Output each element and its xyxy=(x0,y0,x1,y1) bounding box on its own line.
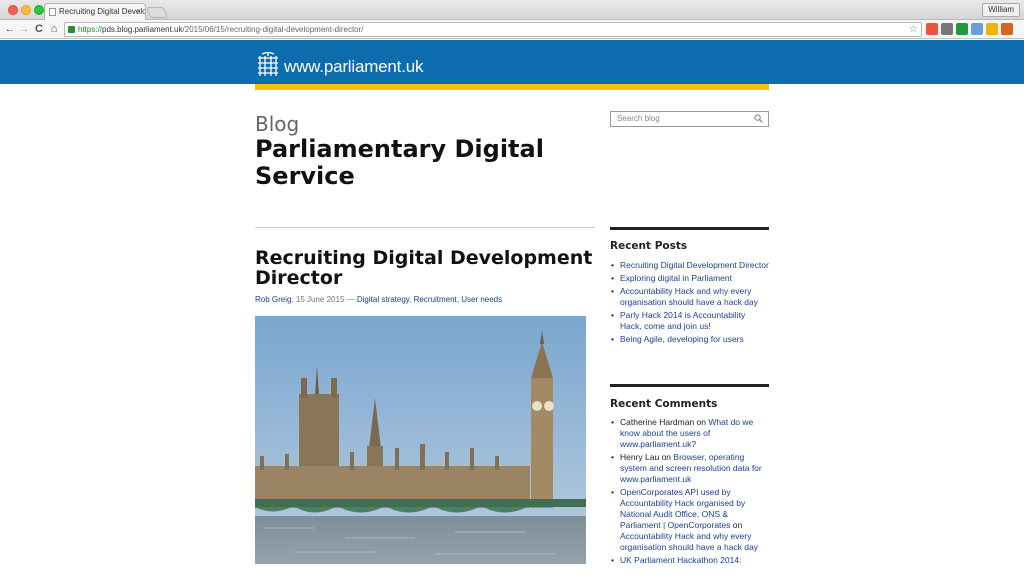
url-host: pds.blog.parliament.uk xyxy=(102,25,183,34)
list-item: OpenCorporates API used by Accountabilit… xyxy=(610,487,769,553)
comment-on: on xyxy=(659,452,674,462)
pocket-icon[interactable] xyxy=(926,23,938,35)
comment-post-link[interactable]: Accountability Hack and why every organi… xyxy=(620,531,758,552)
recent-post-link[interactable]: Being Agile, developing for users xyxy=(620,334,744,344)
list-item: Exploring digital in Parliament xyxy=(610,273,769,284)
comment-on: on xyxy=(730,520,743,530)
url-scheme: https:// xyxy=(78,25,103,34)
page-icon xyxy=(49,8,56,16)
comment-author: Catherine Hardman xyxy=(620,417,695,427)
widget-rule xyxy=(610,384,769,387)
browser-tab[interactable]: Recruiting Digital Develop × xyxy=(44,3,146,20)
back-icon[interactable]: ← xyxy=(3,22,17,36)
search-input[interactable]: Search blog xyxy=(610,111,769,127)
close-window-button[interactable] xyxy=(8,5,18,15)
comment-author-link[interactable]: OpenCorporates API used by Accountabilit… xyxy=(620,487,745,530)
comment-on: on xyxy=(694,417,709,427)
tab-close-icon[interactable]: × xyxy=(136,4,141,20)
widget-rule xyxy=(610,227,769,230)
list-item: Recruiting Digital Development Director xyxy=(610,260,769,271)
post-date: , 15 June 2015 — xyxy=(291,295,357,304)
reload-icon[interactable]: C xyxy=(32,22,46,36)
lock-icon xyxy=(68,26,75,33)
drive-icon[interactable] xyxy=(986,23,998,35)
tab-title: Recruiting Digital Develop xyxy=(59,7,146,16)
list-item: Accountability Hack and why every organi… xyxy=(610,286,769,308)
list-item: Parly Hack 2014 is Accountability Hack, … xyxy=(610,310,769,332)
site-logo[interactable]: www.parliament.uk xyxy=(284,57,423,77)
recent-post-link[interactable]: Parly Hack 2014 is Accountability Hack, … xyxy=(620,310,745,331)
author-link[interactable]: Rob Greig xyxy=(255,295,291,304)
bookmark-star-icon[interactable]: ☆ xyxy=(909,23,918,36)
recent-comments-list: Catherine Hardman on What do we know abo… xyxy=(610,417,769,568)
site-header xyxy=(0,40,1024,84)
minimize-window-button[interactable] xyxy=(21,5,31,15)
list-item: Henry Lau on Browser, operating system a… xyxy=(610,452,769,485)
url-path: /2015/06/15/recruiting-digital-developme… xyxy=(182,25,364,34)
browser-titlebar: Recruiting Digital Develop × William xyxy=(0,0,1024,20)
recent-post-link[interactable]: Accountability Hack and why every organi… xyxy=(620,286,758,307)
tidy-icon[interactable] xyxy=(971,23,983,35)
menu-icon[interactable] xyxy=(1001,23,1013,35)
recent-post-link[interactable]: Exploring digital in Parliament xyxy=(620,273,732,283)
profile-button[interactable]: William xyxy=(982,3,1020,17)
recent-posts-list: Recruiting Digital Development Director … xyxy=(610,260,769,347)
accent-bar xyxy=(255,84,769,90)
comment-author: Henry Lau xyxy=(620,452,660,462)
recent-post-link[interactable]: Recruiting Digital Development Director xyxy=(620,260,769,270)
list-item: Catherine Hardman on What do we know abo… xyxy=(610,417,769,450)
browser-toolbar: ← → C ⌂ https://pds.blog.parliament.uk/2… xyxy=(0,20,1024,39)
recent-posts-title: Recent Posts xyxy=(610,240,688,252)
search-placeholder: Search blog xyxy=(617,114,660,123)
category-link[interactable]: Recruitment xyxy=(414,295,457,304)
new-tab-button[interactable] xyxy=(145,7,169,18)
category-link[interactable]: Digital strategy xyxy=(357,295,409,304)
comment-author-link[interactable]: UK Parliament Hackathon 2014: xyxy=(620,555,741,565)
post-title[interactable]: Recruiting Digital Development Director xyxy=(255,248,595,288)
forward-icon[interactable]: → xyxy=(17,22,31,36)
list-item: Being Agile, developing for users xyxy=(610,334,769,345)
category-link[interactable]: User needs xyxy=(461,295,502,304)
address-bar[interactable]: https://pds.blog.parliament.uk/2015/06/1… xyxy=(64,22,922,37)
portcullis-icon[interactable] xyxy=(256,51,280,77)
recent-comments-title: Recent Comments xyxy=(610,398,718,410)
home-icon[interactable]: ⌂ xyxy=(47,22,61,36)
list-item: UK Parliament Hackathon 2014: xyxy=(610,555,769,566)
zoom-window-button[interactable] xyxy=(34,5,44,15)
divider xyxy=(255,227,595,228)
post-image xyxy=(255,316,586,564)
search-icon[interactable] xyxy=(754,114,763,123)
run-icon[interactable] xyxy=(956,23,968,35)
blog-kicker: Blog xyxy=(255,112,300,136)
cast-icon[interactable] xyxy=(941,23,953,35)
page-title[interactable]: Parliamentary Digital Service xyxy=(255,136,595,190)
post-meta: Rob Greig, 15 June 2015 — Digital strate… xyxy=(255,295,502,304)
